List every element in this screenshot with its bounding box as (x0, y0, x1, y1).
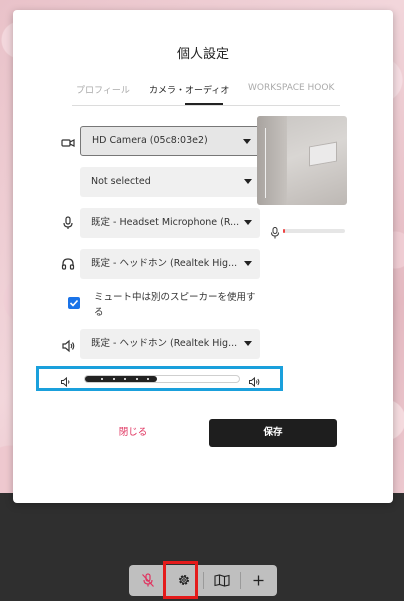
settings-highlight-annotation (163, 561, 198, 599)
mic-level-meter (283, 229, 345, 233)
microphone-select[interactable]: 既定 - Headset Microphone (R... (80, 208, 260, 238)
chevron-down-icon (244, 179, 252, 184)
close-button[interactable]: 閉じる (100, 419, 166, 447)
headphones-select[interactable]: 既定 - ヘッドホン (Realtek Hig... (80, 249, 260, 279)
modal-title: 個人設定 (176, 47, 229, 62)
speaker-icon (61, 338, 75, 353)
microphone-icon (270, 224, 280, 239)
headphones-select-value: 既定 - ヘッドホン (Realtek Hig... (91, 258, 238, 269)
camera-preview (257, 116, 347, 205)
chevron-down-icon (244, 341, 252, 346)
chevron-down-icon (244, 220, 252, 225)
microphone-muted-icon (142, 573, 154, 587)
background-select[interactable]: Not selected (80, 167, 260, 197)
mic-level-fill (283, 229, 285, 233)
microphone-icon (61, 215, 75, 229)
background-select-value: Not selected (91, 176, 151, 187)
tab-profile[interactable]: プロフィール (76, 83, 130, 96)
toolbar-mic-button[interactable] (129, 565, 166, 596)
camera-select-value: HD Camera (05c8:03e2) (92, 135, 208, 146)
preview-wall (257, 116, 287, 205)
map-icon (214, 574, 230, 587)
camera-select[interactable]: HD Camera (05c8:03e2) (80, 126, 260, 156)
toolbar-map-button[interactable] (203, 565, 240, 596)
active-tab-indicator (185, 103, 223, 105)
tab-workspace-hook[interactable]: WORKSPACE HOOK (248, 83, 334, 93)
volume-highlight-annotation (36, 366, 283, 391)
speaker-select[interactable]: 既定 - ヘッドホン (Realtek Hig... (80, 329, 260, 359)
mute-speaker-checkbox[interactable] (68, 297, 80, 309)
bottom-toolbar (129, 565, 277, 596)
preview-line (265, 128, 266, 198)
video-camera-icon (61, 135, 75, 149)
tab-camera-audio[interactable]: カメラ・オーディオ (149, 83, 229, 96)
chevron-down-icon (244, 261, 252, 266)
plus-icon (253, 575, 264, 586)
toolbar-add-button[interactable] (240, 565, 277, 596)
save-button[interactable]: 保存 (209, 419, 337, 447)
microphone-select-value: 既定 - Headset Microphone (R... (91, 217, 240, 228)
chevron-down-icon (243, 139, 251, 144)
headphones-icon (61, 256, 75, 270)
mute-speaker-label: ミュート中は別のスピーカーを使用する (94, 292, 256, 318)
tab-bar: プロフィール カメラ・オーディオ WORKSPACE HOOK (72, 83, 340, 106)
preview-fixture (309, 141, 337, 167)
speaker-select-value: 既定 - ヘッドホン (Realtek Hig... (91, 338, 238, 349)
